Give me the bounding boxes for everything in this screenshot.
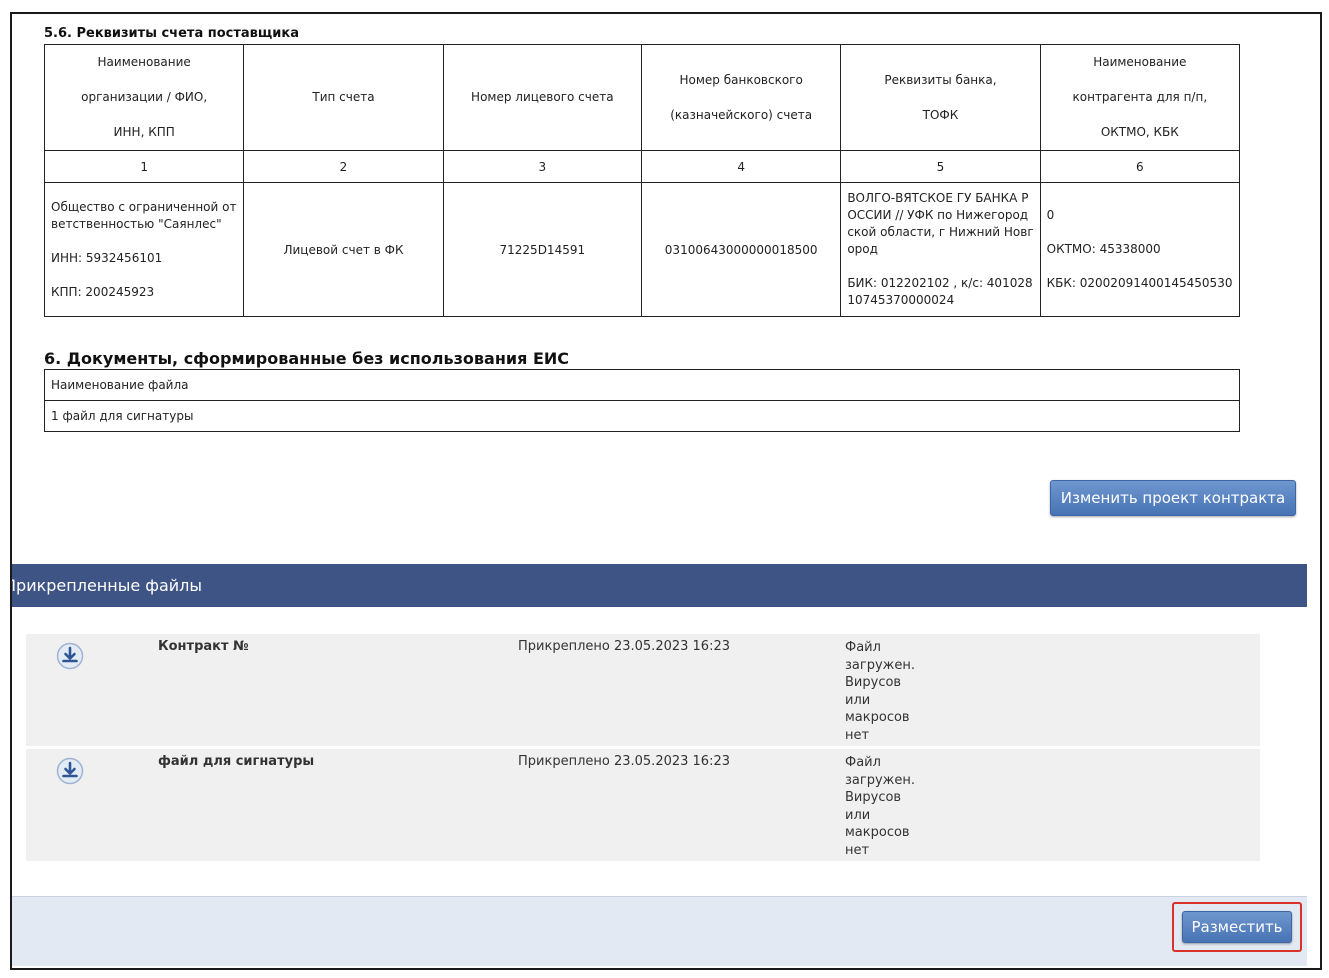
section-6-title: 6. Документы, сформированные без использ… [44, 349, 569, 368]
header-personal-account-line1: Номер лицевого счета [471, 90, 614, 104]
bank-name: ВОЛГО-ВЯТСКОЕ ГУ БАНКА РОССИИ // УФК по … [847, 191, 1034, 256]
col-number: 4 [640, 150, 842, 183]
download-icon[interactable] [56, 642, 84, 670]
file-status: Файл загружен. Вирусов или макросов нет [845, 755, 915, 858]
org-inn: ИНН: 5932456101 [51, 250, 163, 265]
file-name-link[interactable]: файл для сигнатуры [158, 754, 314, 769]
header-bank-account-line1: Номер банковского [679, 72, 803, 87]
cell-bank-details: ВОЛГО-ВЯТСКОЕ ГУ БАНКА РОССИИ // УФК по … [840, 182, 1041, 317]
cell-personal-account: 71225D14591 [442, 182, 642, 317]
supplier-account-table: Наименование организации / ФИО, ИНН, КПП… [43, 44, 1241, 317]
header-counterparty-line3: ОКТМО, КБК [1100, 125, 1179, 139]
publish-button[interactable]: Разместить [1182, 911, 1292, 943]
attached-files-title: Прикрепленные файлы [12, 576, 203, 595]
page-frame: 5.6. Реквизиты счета поставщика Наименов… [10, 12, 1322, 970]
header-org: Наименование организации / ФИО, ИНН, КПП [43, 44, 245, 151]
file-name-link[interactable]: Контракт № [158, 639, 249, 654]
table-header-row: Наименование организации / ФИО, ИНН, КПП… [43, 44, 1241, 151]
org-kpp: КПП: 200245923 [51, 284, 155, 299]
download-icon[interactable] [56, 757, 84, 785]
header-account-type: Тип счета [243, 44, 444, 151]
counterparty-kbk: КБК: 02002091400145450530 [1046, 276, 1233, 290]
section-5-6-title: 5.6. Реквизиты счета поставщика [44, 26, 299, 41]
cell-counterparty: 0 ОКТМО: 45338000 КБК: 02002091400145450… [1039, 182, 1241, 317]
header-bank-account: Номер банковского (казначейского) счета [640, 44, 842, 151]
content-area: 5.6. Реквизиты счета поставщика Наименов… [12, 14, 1320, 968]
action-footer [12, 896, 1307, 966]
header-bank-details: Реквизиты банка, ТОФК [840, 44, 1041, 151]
counterparty-oktmo: ОКТМО: 45338000 [1046, 242, 1161, 256]
cell-org: Общество с ограниченной ответственностью… [43, 182, 245, 317]
file-date: Прикреплено 23.05.2023 16:23 [518, 754, 730, 769]
cell-bank-account: 03100643000000018500 [640, 182, 842, 317]
col-number: 5 [840, 150, 1041, 183]
table-row: 1 файл для сигнатуры [44, 400, 1240, 432]
table-number-row: 1 2 3 4 5 6 [43, 150, 1241, 183]
edit-contract-button[interactable]: Изменить проект контракта [1050, 480, 1296, 516]
header-account-type-line1: Тип счета [312, 90, 375, 104]
attached-files-list: Контракт № Прикреплено 23.05.2023 16:23 … [26, 634, 1260, 864]
col-number: 6 [1039, 150, 1241, 183]
attached-files-header: Прикрепленные файлы [12, 564, 1307, 607]
org-name: Общество с ограниченной ответственностью… [51, 199, 237, 231]
header-bank-account-line2: (казначейского) счета [670, 107, 813, 122]
list-item: файл для сигнатуры Прикреплено 23.05.202… [26, 749, 1260, 861]
counterparty-name: 0 [1046, 208, 1055, 222]
header-bank-details-line1: Реквизиты банка, [884, 72, 997, 87]
documents-table: Наименование файла 1 файл для сигнатуры [44, 369, 1240, 432]
table-header-row: Наименование файла [44, 369, 1240, 401]
header-bank-details-line2: ТОФК [922, 107, 959, 122]
table-row: Общество с ограниченной ответственностью… [43, 182, 1241, 317]
header-org-line2: организации / ФИО, [81, 90, 208, 104]
header-personal-account: Номер лицевого счета [442, 44, 642, 151]
header-counterparty: Наименование контрагента для п/п, ОКТМО,… [1039, 44, 1241, 151]
header-org-line1: Наименование [97, 55, 191, 69]
header-org-line3: ИНН, КПП [113, 125, 175, 139]
file-status: Файл загружен. Вирусов или макросов нет [845, 640, 915, 743]
file-date: Прикреплено 23.05.2023 16:23 [518, 639, 730, 654]
cell-account-type: Лицевой счет в ФК [243, 182, 444, 317]
list-item: Контракт № Прикреплено 23.05.2023 16:23 … [26, 634, 1260, 746]
col-number: 1 [43, 150, 245, 183]
bank-bik: БИК: 012202102 , к/с: 401028107453700000… [847, 276, 1033, 307]
col-number: 2 [243, 150, 444, 183]
file-name-cell: 1 файл для сигнатуры [44, 400, 1240, 432]
file-name-header: Наименование файла [44, 369, 1240, 401]
header-counterparty-line1: Наименование [1093, 55, 1187, 69]
col-number: 3 [442, 150, 642, 183]
header-counterparty-line2: контрагента для п/п, [1072, 90, 1208, 104]
